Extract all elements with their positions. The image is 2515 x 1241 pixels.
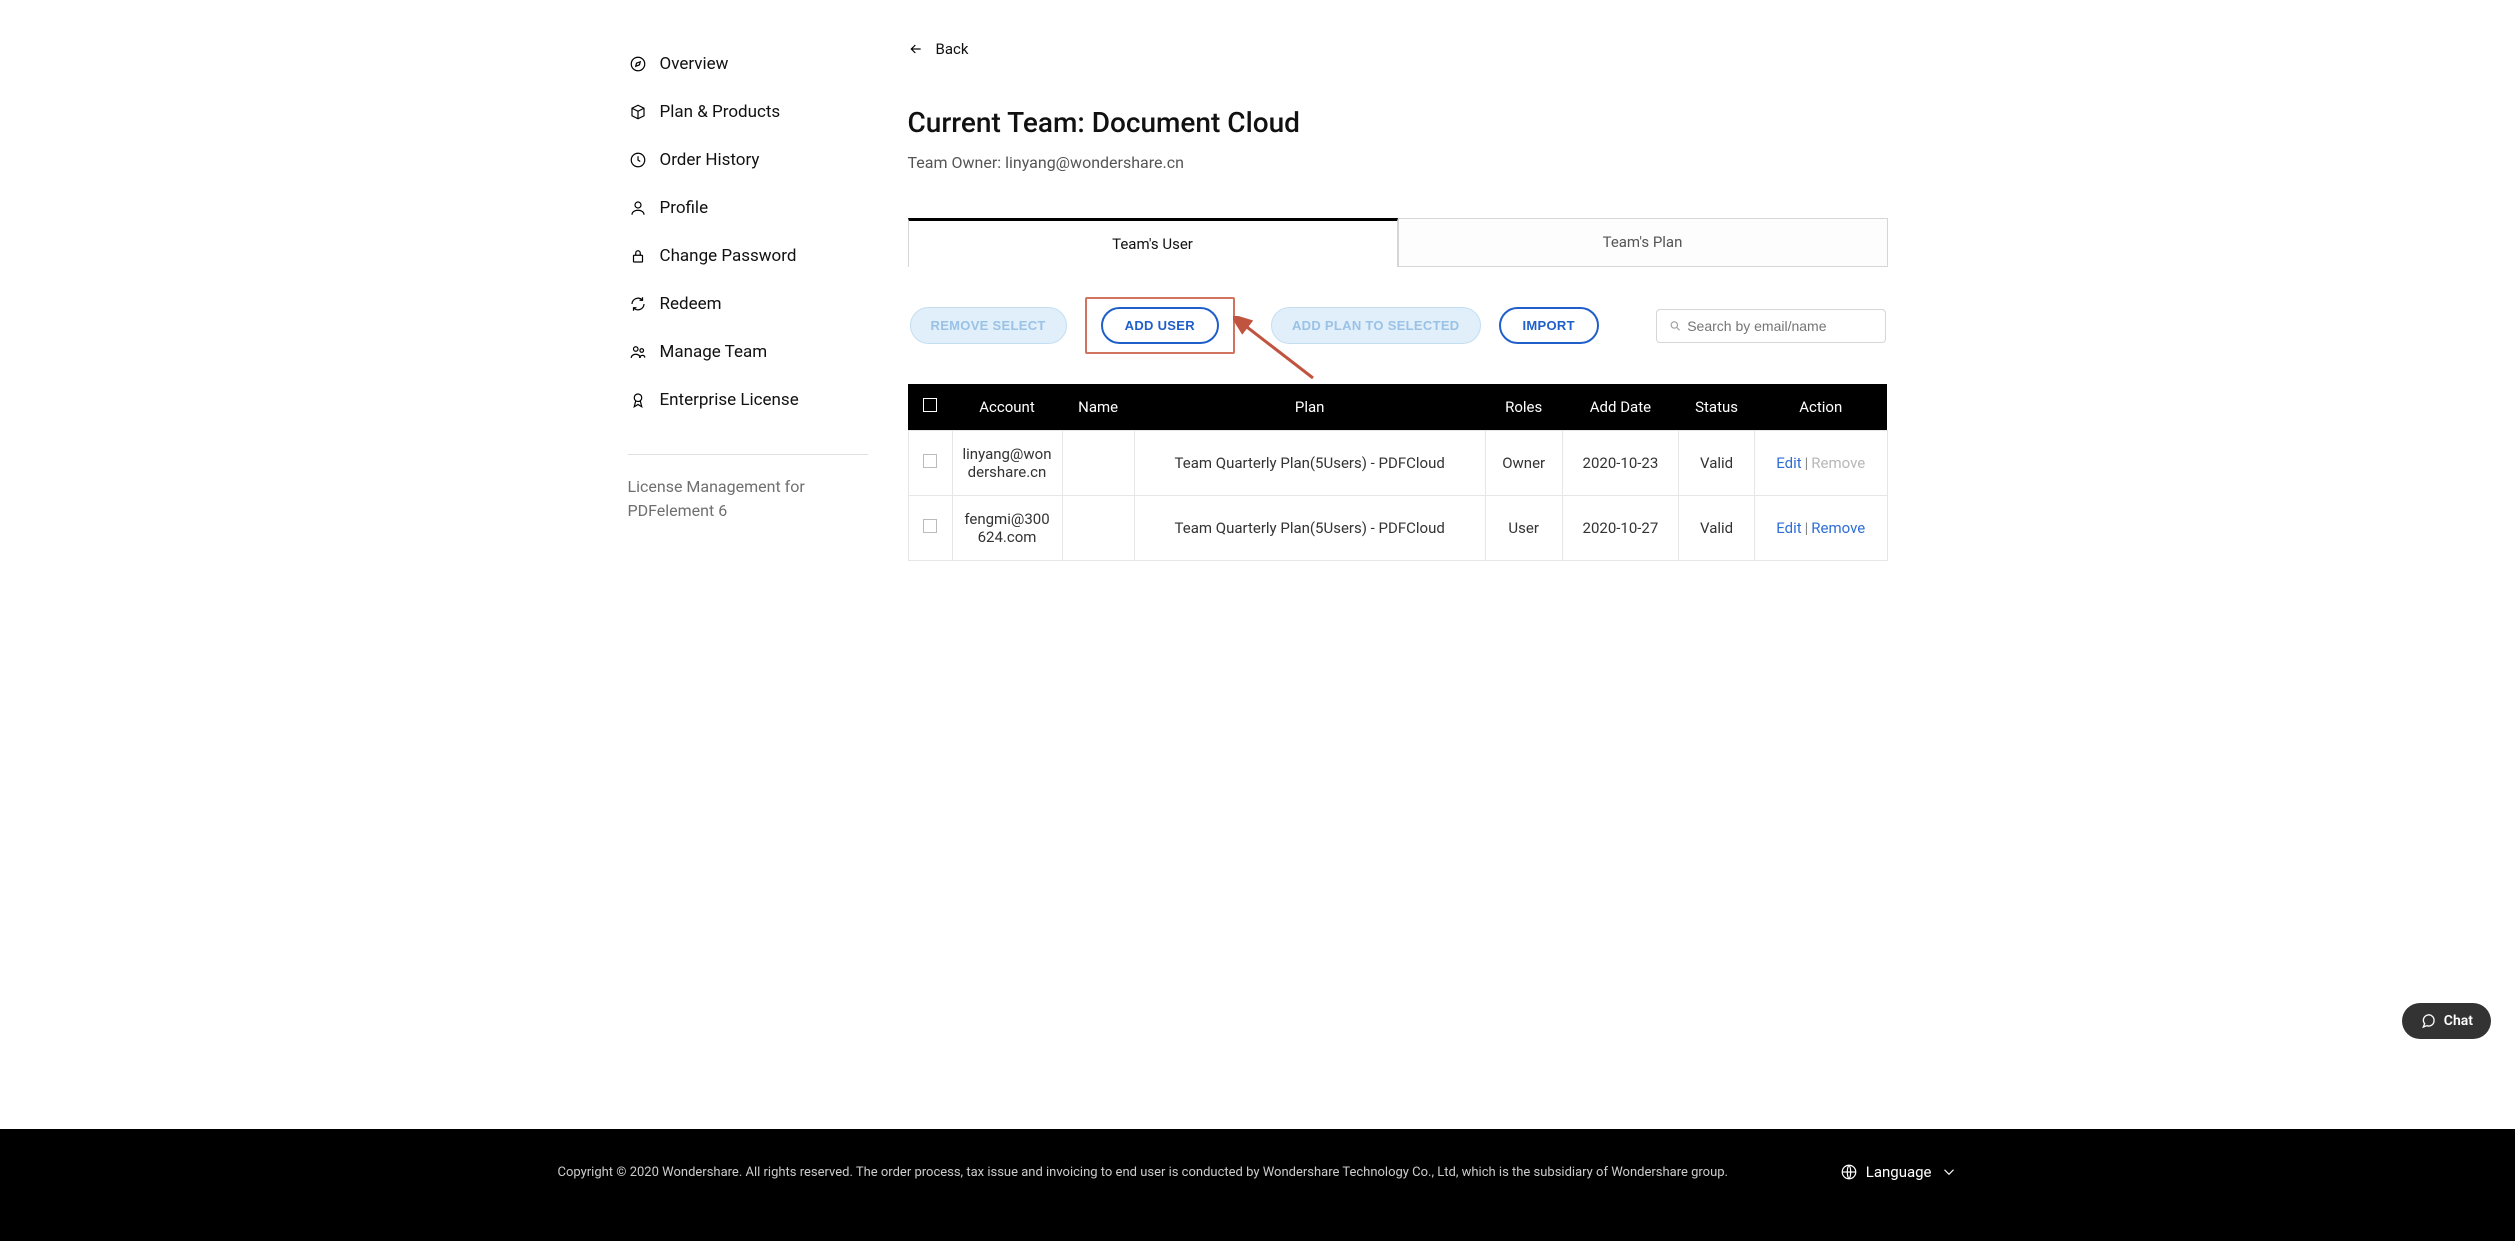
sidebar-item-label: Profile <box>660 198 709 218</box>
clock-icon <box>628 150 648 170</box>
sidebar-note: License Management for PDFelement 6 <box>628 475 868 523</box>
cell-roles: Owner <box>1485 431 1562 496</box>
tab-label: Team's Plan <box>1603 233 1683 251</box>
sidebar-item-label: Enterprise License <box>660 390 799 410</box>
cell-status: Valid <box>1679 431 1755 496</box>
col-name: Name <box>1062 384 1134 431</box>
col-plan: Plan <box>1134 384 1485 431</box>
sidebar-item-order-history[interactable]: Order History <box>628 136 868 184</box>
sidebar-item-label: Overview <box>660 54 729 74</box>
team-owner: Team Owner: linyang@wondershare.cn <box>908 153 1888 172</box>
col-action: Action <box>1754 384 1887 431</box>
edit-link[interactable]: Edit <box>1776 454 1801 472</box>
table-row: fengmi@300624.com Team Quarterly Plan(5U… <box>908 496 1887 561</box>
back-link[interactable]: Back <box>908 40 1888 58</box>
arrow-left-icon <box>908 41 924 57</box>
row-checkbox[interactable] <box>923 519 937 533</box>
users-icon <box>628 342 648 362</box>
cell-roles: User <box>1485 496 1562 561</box>
sidebar-item-label: Change Password <box>660 246 797 266</box>
sidebar-item-label: Redeem <box>660 294 722 314</box>
cell-plan: Team Quarterly Plan(5Users) - PDFCloud <box>1134 431 1485 496</box>
chat-icon <box>2420 1013 2436 1029</box>
actions-bar: REMOVE SELECT ADD USER ADD PLAN TO SELEC… <box>908 267 1888 384</box>
sidebar-item-enterprise-license[interactable]: Enterprise License <box>628 376 868 424</box>
globe-icon <box>1840 1163 1858 1181</box>
col-add-date: Add Date <box>1562 384 1679 431</box>
tab-label: Team's User <box>1112 235 1193 253</box>
award-icon <box>628 390 648 410</box>
cell-plan: Team Quarterly Plan(5Users) - PDFCloud <box>1134 496 1485 561</box>
search-field[interactable] <box>1656 309 1886 343</box>
language-label: Language <box>1866 1163 1932 1181</box>
chat-button[interactable]: Chat <box>2402 1003 2491 1039</box>
cell-status: Valid <box>1679 496 1755 561</box>
annotation-highlight: ADD USER <box>1085 297 1235 354</box>
compass-icon <box>628 54 648 74</box>
back-label: Back <box>936 40 969 58</box>
table-row: linyang@wondershare.cn Team Quarterly Pl… <box>908 431 1887 496</box>
col-account: Account <box>952 384 1062 431</box>
tab-teams-plan[interactable]: Team's Plan <box>1398 218 1888 267</box>
sidebar-item-change-password[interactable]: Change Password <box>628 232 868 280</box>
cell-account: fengmi@300624.com <box>952 496 1062 561</box>
row-checkbox[interactable] <box>923 454 937 468</box>
footer: Copyright © 2020 Wondershare. All rights… <box>0 1129 2515 1241</box>
sidebar-item-redeem[interactable]: Redeem <box>628 280 868 328</box>
col-status: Status <box>1679 384 1755 431</box>
package-icon <box>628 102 648 122</box>
remove-link[interactable]: Remove <box>1811 519 1865 537</box>
cell-name <box>1062 496 1134 561</box>
cell-account: linyang@wondershare.cn <box>952 431 1062 496</box>
sidebar-item-manage-team[interactable]: Manage Team <box>628 328 868 376</box>
cell-date: 2020-10-27 <box>1562 496 1679 561</box>
chat-label: Chat <box>2444 1013 2473 1029</box>
copyright: Copyright © 2020 Wondershare. All rights… <box>558 1165 1729 1180</box>
tab-teams-user[interactable]: Team's User <box>908 218 1398 267</box>
select-all-checkbox[interactable] <box>923 398 937 412</box>
remove-select-button[interactable]: REMOVE SELECT <box>910 307 1067 344</box>
refresh-icon <box>628 294 648 314</box>
sidebar-item-profile[interactable]: Profile <box>628 184 868 232</box>
tabs: Team's User Team's Plan <box>908 218 1888 267</box>
sidebar-divider <box>628 454 868 455</box>
edit-link[interactable]: Edit <box>1776 519 1801 537</box>
search-icon <box>1669 319 1682 333</box>
lock-icon <box>628 246 648 266</box>
sidebar-item-label: Manage Team <box>660 342 768 362</box>
language-selector[interactable]: Language <box>1840 1163 1958 1181</box>
sidebar-item-plan-products[interactable]: Plan & Products <box>628 88 868 136</box>
users-table: Account Name Plan Roles Add Date Status … <box>908 384 1888 561</box>
remove-link-disabled: Remove <box>1811 454 1865 472</box>
cell-name <box>1062 431 1134 496</box>
user-icon <box>628 198 648 218</box>
col-roles: Roles <box>1485 384 1562 431</box>
sidebar-item-label: Order History <box>660 150 760 170</box>
sidebar-item-overview[interactable]: Overview <box>628 40 868 88</box>
add-user-button[interactable]: ADD USER <box>1101 307 1219 344</box>
main-content: Back Current Team: Document Cloud Team O… <box>908 40 1888 1069</box>
page-title: Current Team: Document Cloud <box>908 106 1888 139</box>
import-button[interactable]: IMPORT <box>1499 307 1599 344</box>
cell-date: 2020-10-23 <box>1562 431 1679 496</box>
cell-action: Edit|Remove <box>1754 431 1887 496</box>
sidebar-item-label: Plan & Products <box>660 102 781 122</box>
chevron-down-icon <box>1940 1163 1958 1181</box>
search-input[interactable] <box>1687 318 1872 334</box>
sidebar: Overview Plan & Products Order History P… <box>628 40 868 1069</box>
cell-action: Edit|Remove <box>1754 496 1887 561</box>
